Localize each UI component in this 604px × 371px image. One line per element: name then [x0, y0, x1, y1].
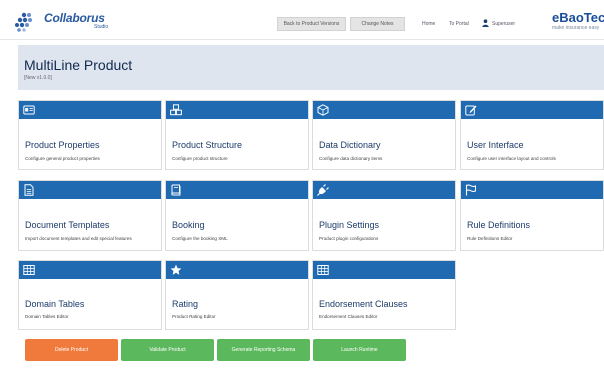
- card-description: Configure user interface layout and cont…: [467, 156, 556, 161]
- card-product-properties[interactable]: Product Properties Configure general pro…: [18, 100, 162, 170]
- brand-tagline: make insurance easy: [552, 25, 600, 31]
- table-icon: [317, 265, 329, 275]
- card-title: User Interface: [467, 140, 524, 150]
- page-title: MultiLine Product: [24, 57, 133, 73]
- logo-dots-icon: [15, 12, 32, 32]
- edit-icon: [465, 105, 477, 116]
- card-title: Endorsement Clauses: [319, 299, 408, 309]
- card-booking[interactable]: Booking Configure the booking XML: [165, 180, 309, 251]
- top-bar: Collaborus Studio Back to Product Versio…: [0, 0, 604, 40]
- card-plugin-settings[interactable]: Plugin Settings Product plugin configura…: [312, 180, 456, 251]
- card-title: Product Properties: [25, 140, 100, 150]
- change-notes-button[interactable]: Change Notes: [350, 17, 405, 31]
- cube-icon: [317, 104, 329, 116]
- card-header-bar: [19, 101, 161, 119]
- launch-runtime-button[interactable]: Launch Runtime: [313, 339, 406, 361]
- card-header-bar: [313, 181, 455, 199]
- card-description: Domain Tables Editor: [25, 314, 69, 319]
- book-icon: [171, 184, 181, 196]
- ebaotech-brand: eBaoTech: [552, 10, 604, 25]
- card-title: Data Dictionary: [319, 140, 381, 150]
- card-title: Domain Tables: [25, 299, 85, 309]
- card-description: Configure general product properties: [25, 156, 100, 161]
- to-portal-link[interactable]: To Portal: [449, 19, 469, 29]
- card-description: Product plugin configurations: [319, 236, 379, 241]
- card-header-bar: [19, 261, 161, 279]
- id-card-icon: [23, 105, 35, 115]
- delete-product-button[interactable]: Delete Product: [25, 339, 118, 361]
- card-domain-tables[interactable]: Domain Tables Domain Tables Editor: [18, 260, 162, 330]
- card-title: Plugin Settings: [319, 220, 380, 230]
- card-title: Rating: [172, 299, 199, 309]
- card-header-bar: [461, 181, 603, 199]
- superuser-link[interactable]: Superuser: [492, 19, 515, 29]
- collaborus-logo[interactable]: Collaborus Studio: [14, 9, 124, 33]
- card-description: Import document templates and edit speci…: [25, 236, 132, 241]
- validate-product-button[interactable]: Validate Product: [121, 339, 214, 361]
- plug-icon: [317, 184, 329, 196]
- card-title: Document Templates: [25, 220, 110, 230]
- document-icon: [24, 184, 34, 196]
- star-icon: [170, 264, 182, 275]
- card-description: Endorsement Clauses Editor: [319, 314, 378, 319]
- home-link[interactable]: Home: [422, 19, 435, 29]
- card-description: Rule Definitions Editor: [467, 236, 513, 241]
- card-description: Configure product structure: [172, 156, 228, 161]
- card-description: Configure data dictionary items: [319, 156, 383, 161]
- back-to-product-versions-button[interactable]: Back to Product Versions: [277, 17, 346, 31]
- card-header-bar: [313, 261, 455, 279]
- card-description: Product Rating Editor: [172, 314, 216, 319]
- logo-text: Collaborus: [44, 11, 105, 25]
- version-label: [New v1.0.0]: [24, 75, 52, 81]
- table-icon: [23, 265, 35, 275]
- card-document-templates[interactable]: Document Templates Import document templ…: [18, 180, 162, 251]
- card-endorsement-clauses[interactable]: Endorsement Clauses Endorsement Clauses …: [312, 260, 456, 330]
- card-product-structure[interactable]: Product Structure Configure product stru…: [165, 100, 309, 170]
- card-title: Product Structure: [172, 140, 243, 150]
- card-header-bar: [166, 101, 308, 119]
- card-header-bar: [166, 261, 308, 279]
- card-header-bar: [166, 181, 308, 199]
- card-title: Booking: [172, 220, 205, 230]
- card-user-interface[interactable]: User Interface Configure user interface …: [460, 100, 604, 170]
- card-header-bar: [461, 101, 603, 119]
- card-rating[interactable]: Rating Product Rating Editor: [165, 260, 309, 330]
- cubes-icon: [170, 104, 182, 116]
- product-header: MultiLine Product [New v1.0.0]: [18, 45, 604, 90]
- card-rule-definitions[interactable]: Rule Definitions Rule Definitions Editor: [460, 180, 604, 251]
- logo-subtitle: Studio: [94, 24, 109, 30]
- flag-icon: [465, 184, 476, 196]
- user-icon: [482, 19, 489, 27]
- card-header-bar: [313, 101, 455, 119]
- card-title: Rule Definitions: [467, 220, 531, 230]
- card-header-bar: [19, 181, 161, 199]
- card-data-dictionary[interactable]: Data Dictionary Configure data dictionar…: [312, 100, 456, 170]
- generate-reporting-schema-button[interactable]: Generate Reporting Schema: [217, 339, 310, 361]
- card-description: Configure the booking XML: [172, 236, 228, 241]
